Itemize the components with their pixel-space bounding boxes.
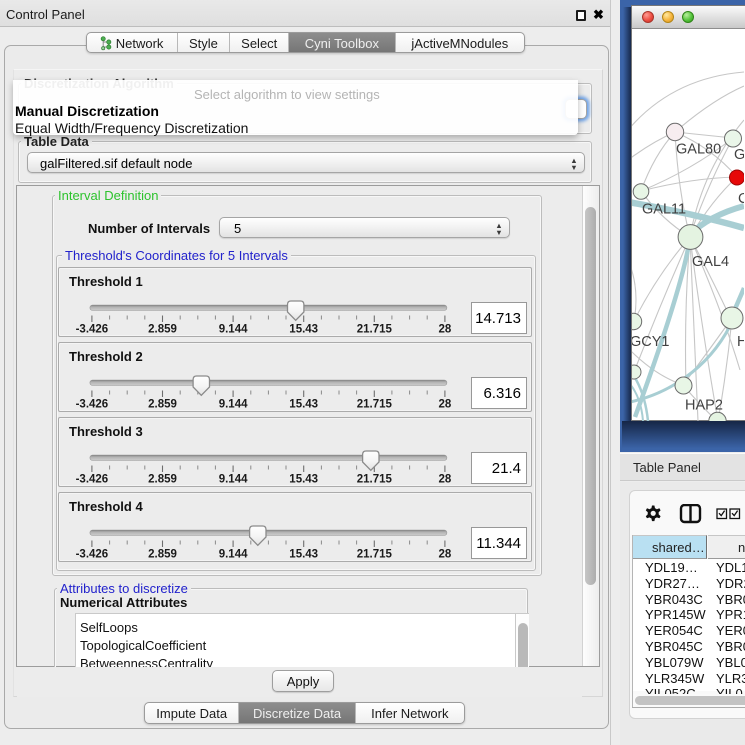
svg-text:H: H [737, 334, 744, 350]
svg-text:9.144: 9.144 [219, 324, 248, 336]
svg-text:GCY1: GCY1 [632, 334, 670, 350]
svg-text:28: 28 [439, 549, 452, 561]
svg-text:2.859: 2.859 [148, 399, 177, 411]
svg-text:28: 28 [439, 399, 452, 411]
svg-text:9.144: 9.144 [219, 399, 248, 411]
svg-text:-3.426: -3.426 [76, 474, 109, 486]
svg-text:21.715: 21.715 [357, 324, 393, 336]
svg-text:21.715: 21.715 [357, 549, 393, 561]
svg-text:28: 28 [439, 474, 452, 486]
svg-text:GA: GA [734, 147, 744, 163]
svg-text:-3.426: -3.426 [76, 399, 109, 411]
svg-text:9.144: 9.144 [219, 474, 248, 486]
svg-text:-3.426: -3.426 [76, 549, 109, 561]
svg-text:21.715: 21.715 [357, 474, 393, 486]
svg-text:21.715: 21.715 [357, 399, 393, 411]
svg-text:15.43: 15.43 [289, 399, 318, 411]
svg-text:C: C [738, 191, 744, 207]
svg-text:15.43: 15.43 [289, 474, 318, 486]
svg-text:2.859: 2.859 [148, 324, 177, 336]
svg-text:2.859: 2.859 [148, 549, 177, 561]
svg-text:GAL80: GAL80 [676, 142, 721, 158]
svg-text:GAL11: GAL11 [642, 202, 686, 218]
svg-text:-3.426: -3.426 [76, 324, 109, 336]
svg-text:GAL4: GAL4 [692, 254, 729, 270]
svg-text:HAP2: HAP2 [685, 398, 723, 414]
svg-text:2.859: 2.859 [148, 474, 177, 486]
svg-text:15.43: 15.43 [289, 324, 318, 336]
svg-text:15.43: 15.43 [289, 549, 318, 561]
svg-text:9.144: 9.144 [219, 549, 248, 561]
svg-text:28: 28 [439, 324, 452, 336]
